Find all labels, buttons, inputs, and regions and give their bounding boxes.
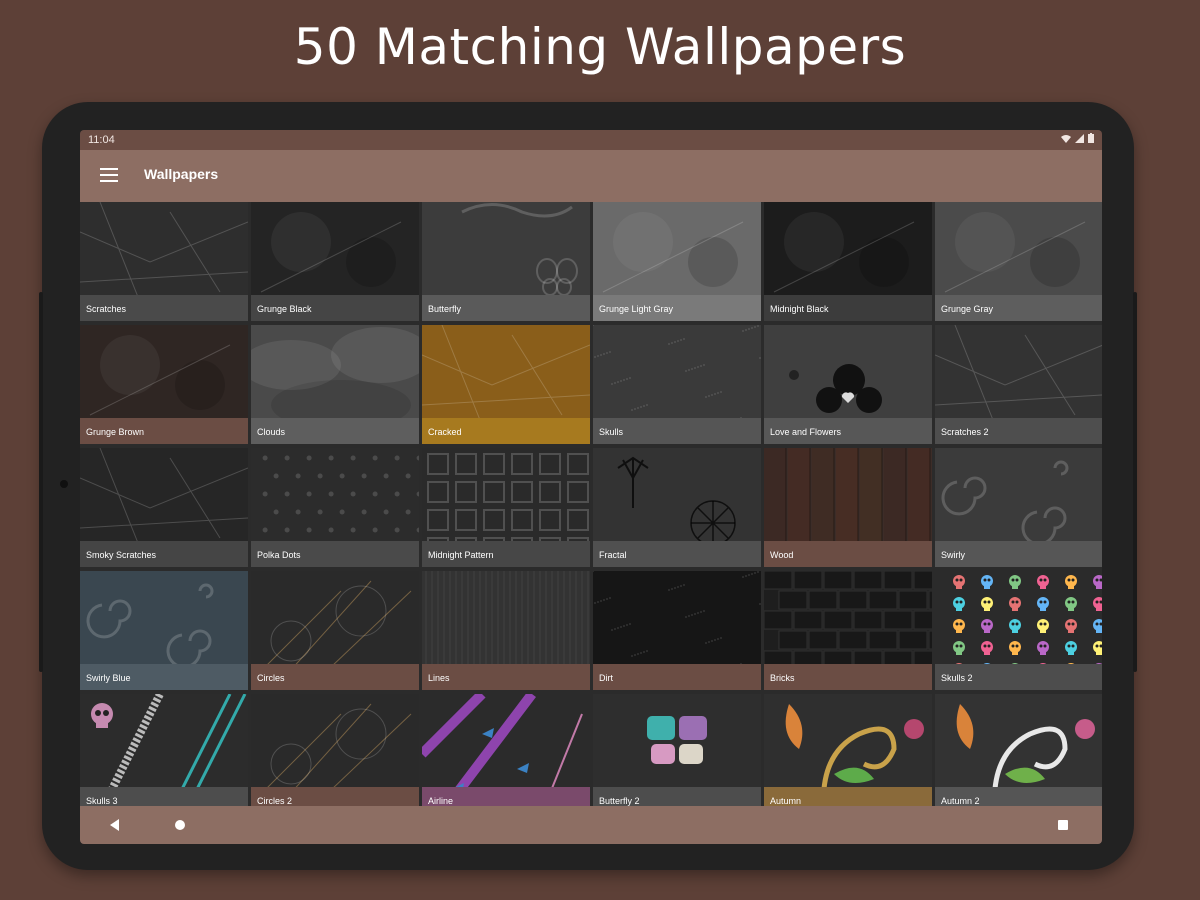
wallpaper-label: Dirt: [593, 664, 761, 690]
wallpaper-tile[interactable]: Bricks: [764, 571, 932, 690]
wallpaper-label: Grunge Brown: [80, 418, 248, 444]
wallpaper-label: Skulls 3: [80, 787, 248, 806]
wallpaper-label: Skulls 2: [935, 664, 1102, 690]
wallpaper-tile[interactable]: Airline: [422, 694, 590, 806]
wallpaper-tile[interactable]: Love and Flowers: [764, 325, 932, 444]
wallpaper-tile[interactable]: Grunge Brown: [80, 325, 248, 444]
wallpaper-label: Skulls: [593, 418, 761, 444]
wifi-icon: [1061, 134, 1071, 143]
wallpaper-tile[interactable]: Grunge Black: [251, 202, 419, 321]
battery-icon: [1088, 133, 1094, 143]
wallpaper-grid: Scratches Grunge Black Butterfly Grunge Lig…: [80, 202, 1102, 806]
tablet-side-edge-right: [1133, 292, 1137, 672]
wallpaper-label: Love and Flowers: [764, 418, 932, 444]
wallpaper-tile[interactable]: Fractal: [593, 448, 761, 567]
navigation-bar: [80, 806, 1102, 844]
wallpaper-tile[interactable]: Wood: [764, 448, 932, 567]
wallpaper-label: Butterfly: [422, 295, 590, 321]
nav-home-icon[interactable]: [175, 820, 185, 830]
wallpaper-tile[interactable]: Butterfly: [422, 202, 590, 321]
wallpaper-tile[interactable]: Midnight Black: [764, 202, 932, 321]
tablet-frame: 11:04 Wallpapers Scratches Grunge Black Bu…: [39, 102, 1137, 870]
wallpaper-label: Autumn 2: [935, 787, 1102, 806]
wallpaper-tile[interactable]: Smoky Scratches: [80, 448, 248, 567]
wallpaper-tile[interactable]: Butterfly 2: [593, 694, 761, 806]
wallpaper-tile[interactable]: Circles: [251, 571, 419, 690]
wallpaper-tile[interactable]: Midnight Pattern: [422, 448, 590, 567]
wallpaper-tile[interactable]: Skulls: [593, 325, 761, 444]
wallpaper-tile[interactable]: Dirt: [593, 571, 761, 690]
wallpaper-tile[interactable]: Autumn 2: [935, 694, 1102, 806]
wallpaper-label: Airline: [422, 787, 590, 806]
tablet-side-edge-left: [39, 292, 43, 672]
wallpaper-label: Midnight Pattern: [422, 541, 590, 567]
wallpaper-tile[interactable]: Polka Dots: [251, 448, 419, 567]
wallpaper-label: Clouds: [251, 418, 419, 444]
signal-icon: [1075, 133, 1084, 143]
wallpaper-label: Scratches 2: [935, 418, 1102, 444]
app-bar-title: Wallpapers: [144, 166, 219, 182]
device-screen: 11:04 Wallpapers Scratches Grunge Black Bu…: [80, 130, 1102, 844]
wallpaper-label: Wood: [764, 541, 932, 567]
promo-headline: 50 Matching Wallpapers: [293, 18, 907, 76]
front-camera: [60, 480, 68, 488]
wallpaper-label: Circles 2: [251, 787, 419, 806]
wallpaper-label: Swirly: [935, 541, 1102, 567]
status-bar: 11:04: [80, 130, 1102, 150]
status-time: 11:04: [88, 134, 115, 146]
nav-back-icon[interactable]: [110, 819, 119, 831]
wallpaper-label: Scratches: [80, 295, 248, 321]
wallpaper-tile[interactable]: Swirly: [935, 448, 1102, 567]
status-icons: [1061, 133, 1094, 143]
wallpaper-tile[interactable]: Cracked: [422, 325, 590, 444]
wallpaper-tile[interactable]: Grunge Gray: [935, 202, 1102, 321]
wallpaper-label: Grunge Light Gray: [593, 295, 761, 321]
wallpaper-tile[interactable]: Skulls 2: [935, 571, 1102, 690]
wallpaper-tile[interactable]: Swirly Blue: [80, 571, 248, 690]
wallpaper-tile[interactable]: Circles 2: [251, 694, 419, 806]
wallpaper-label: Lines: [422, 664, 590, 690]
wallpaper-tile[interactable]: Skulls 3: [80, 694, 248, 806]
wallpaper-label: Grunge Black: [251, 295, 419, 321]
wallpaper-label: Midnight Black: [764, 295, 932, 321]
wallpaper-label: Autumn: [764, 787, 932, 806]
wallpaper-label: Polka Dots: [251, 541, 419, 567]
wallpaper-tile[interactable]: Clouds: [251, 325, 419, 444]
wallpaper-label: Fractal: [593, 541, 761, 567]
wallpaper-label: Circles: [251, 664, 419, 690]
wallpaper-tile[interactable]: Lines: [422, 571, 590, 690]
wallpaper-label: Cracked: [422, 418, 590, 444]
app-bar: Wallpapers: [80, 150, 1102, 202]
wallpaper-label: Smoky Scratches: [80, 541, 248, 567]
wallpaper-tile[interactable]: Grunge Light Gray: [593, 202, 761, 321]
wallpaper-label: Swirly Blue: [80, 664, 248, 690]
wallpaper-tile[interactable]: Scratches: [80, 202, 248, 321]
hamburger-menu-icon[interactable]: [100, 168, 118, 182]
wallpaper-tile[interactable]: Scratches 2: [935, 325, 1102, 444]
wallpaper-tile[interactable]: Autumn: [764, 694, 932, 806]
wallpaper-label: Bricks: [764, 664, 932, 690]
wallpaper-label: Butterfly 2: [593, 787, 761, 806]
nav-recents-icon[interactable]: [1058, 820, 1068, 830]
wallpaper-label: Grunge Gray: [935, 295, 1102, 321]
